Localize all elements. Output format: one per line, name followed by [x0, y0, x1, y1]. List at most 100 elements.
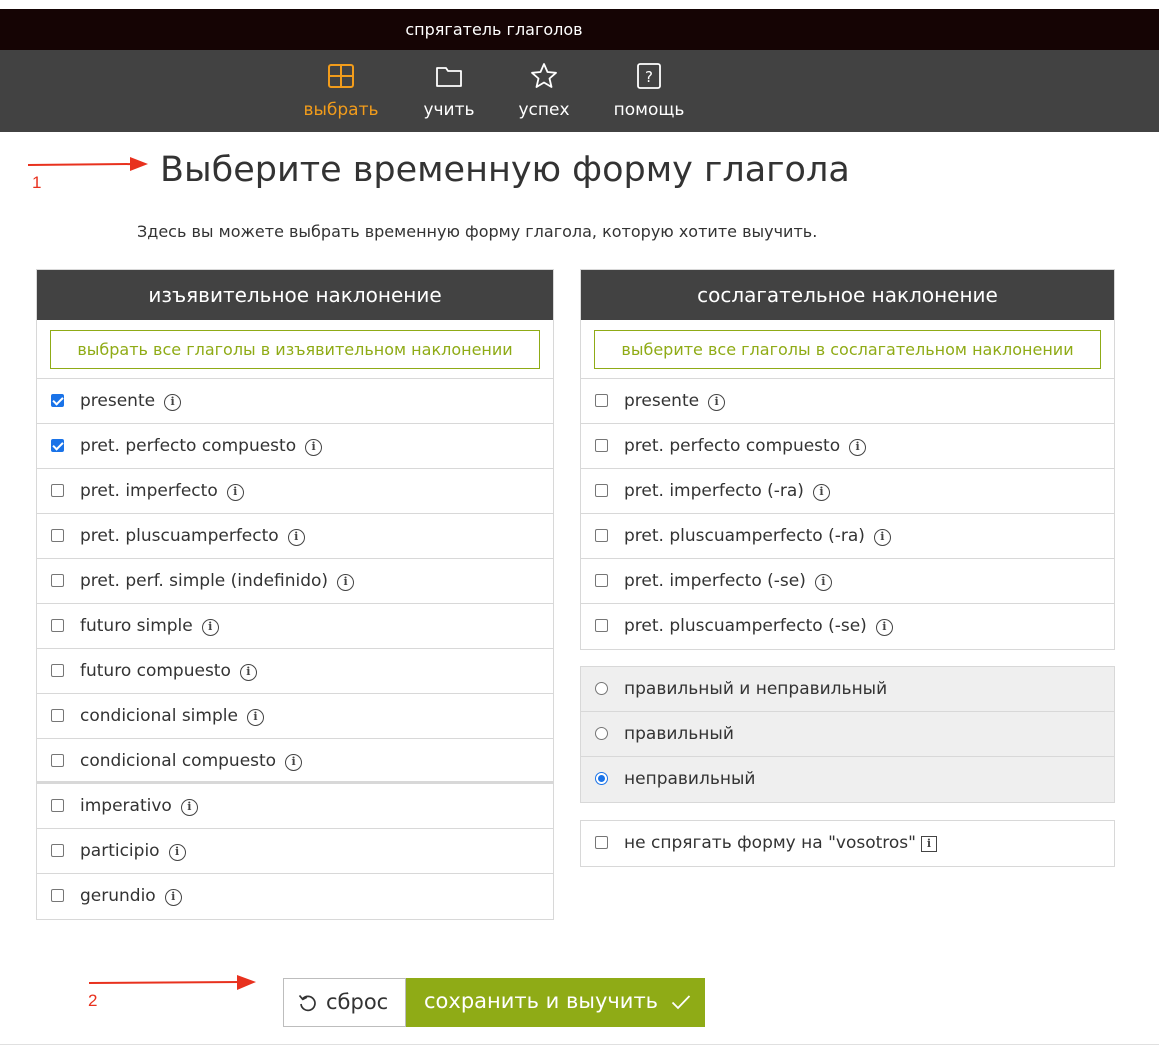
verb-type-option-regular[interactable]: правильный [581, 712, 1114, 757]
info-icon[interactable]: i [873, 529, 891, 546]
info-icon[interactable]: i [287, 529, 305, 546]
verb-type-option-irregular[interactable]: неправильный [581, 757, 1114, 802]
vosotros-label: не спрягать форму на "vosotros" [624, 833, 916, 853]
tense-row-subjunctive-imperfecto-se[interactable]: pret. imperfecto (-se) i [581, 559, 1114, 604]
info-icon[interactable]: i [164, 889, 182, 906]
tense-label: pret. pluscuamperfecto [80, 526, 279, 546]
info-icon[interactable]: i [226, 484, 244, 501]
annotation-arrow-2 [89, 975, 256, 990]
info-icon[interactable]: i [246, 709, 264, 726]
folder-icon [436, 67, 462, 87]
select-all-indicative-button[interactable]: выбрать все глаголы в изъявительном накл… [50, 330, 540, 369]
tense-row-indicative-imperativo[interactable]: imperativo i [37, 784, 553, 829]
vosotros-panel: не спрягать форму на "vosotros" i [580, 820, 1115, 867]
verb-type-radio[interactable] [595, 682, 608, 695]
tense-label: condicional compuesto [80, 751, 277, 771]
verb-type-option-all[interactable]: правильный и неправильный [581, 667, 1114, 712]
info-icon[interactable]: i [875, 619, 893, 636]
tense-label: futuro simple [80, 616, 193, 636]
vosotros-checkbox[interactable] [595, 836, 608, 849]
tense-row-indicative-presente[interactable]: presente i [37, 379, 553, 424]
tense-row-indicative-gerundio[interactable]: gerundio i [37, 874, 553, 919]
tense-row-indicative-perfecto-compuesto[interactable]: pret. perfecto compuesto i [37, 424, 553, 469]
tense-checkbox[interactable] [595, 529, 608, 542]
tense-checkbox[interactable] [51, 439, 64, 452]
checkmark-icon [671, 995, 691, 1010]
info-icon[interactable]: i [285, 754, 303, 771]
indicative-heading: изъявительное наклонение [37, 270, 553, 320]
nav-label-help: помощь [613, 100, 685, 120]
tense-row-indicative-participio[interactable]: participio i [37, 829, 553, 874]
tense-checkbox[interactable] [51, 619, 64, 632]
page-title: Выберите временную форму глагола [160, 150, 850, 190]
verb-type-radio[interactable] [595, 727, 608, 740]
tense-checkbox[interactable] [595, 619, 608, 632]
nav-item-help[interactable]: ? помощь [606, 50, 692, 132]
info-icon[interactable]: i [164, 394, 182, 411]
save-button-label: сохранить и выучить [424, 989, 659, 1013]
tense-row-indicative-imperfecto[interactable]: pret. imperfecto i [37, 469, 553, 514]
tense-checkbox[interactable] [51, 844, 64, 857]
tense-row-subjunctive-pluscuamperfecto-se[interactable]: pret. pluscuamperfecto (-se) i [581, 604, 1114, 649]
subjunctive-select-all-wrap: выберите все глаголы в сослагательном на… [581, 320, 1114, 379]
info-icon[interactable]: i [920, 836, 937, 852]
tense-label: condicional simple [80, 706, 238, 726]
tense-checkbox[interactable] [51, 889, 64, 902]
tense-row-indicative-condicional-compuesto[interactable]: condicional compuesto i [37, 739, 553, 784]
vosotros-option[interactable]: не спрягать форму на "vosotros" i [581, 821, 1114, 866]
tense-label: pret. imperfecto (-se) [624, 571, 806, 591]
info-icon[interactable]: i [239, 664, 257, 681]
indicative-select-all-wrap: выбрать все глаголы в изъявительном накл… [37, 320, 553, 379]
info-icon[interactable]: i [849, 439, 867, 456]
nav-item-progress[interactable]: успех [510, 50, 578, 132]
info-icon[interactable]: i [814, 574, 832, 591]
tense-checkbox[interactable] [51, 754, 64, 767]
subjunctive-heading: сослагательное наклонение [581, 270, 1114, 320]
tense-row-indicative-condicional-simple[interactable]: condicional simple i [37, 694, 553, 739]
help-icon: ? [637, 63, 661, 89]
reset-button[interactable]: сброс [283, 978, 406, 1027]
info-icon[interactable]: i [201, 619, 219, 636]
footer-divider [0, 1044, 1159, 1045]
star-icon [531, 63, 557, 88]
tense-checkbox[interactable] [51, 664, 64, 677]
tense-row-indicative-pluscuamperfecto[interactable]: pret. pluscuamperfecto i [37, 514, 553, 559]
nav-label-select: выбрать [303, 100, 379, 120]
tense-checkbox[interactable] [595, 484, 608, 497]
save-and-learn-button[interactable]: сохранить и выучить [406, 978, 705, 1027]
tense-row-indicative-indefinido[interactable]: pret. perf. simple (indefinido) i [37, 559, 553, 604]
tense-checkbox[interactable] [595, 394, 608, 407]
info-icon[interactable]: i [337, 574, 355, 591]
tense-label: presente [624, 391, 700, 411]
tense-checkbox[interactable] [51, 529, 64, 542]
tense-label: pret. pluscuamperfecto (-ra) [624, 526, 865, 546]
info-icon[interactable]: i [168, 844, 186, 861]
tense-checkbox[interactable] [595, 439, 608, 452]
tense-checkbox[interactable] [51, 394, 64, 407]
tense-row-indicative-futuro-compuesto[interactable]: futuro compuesto i [37, 649, 553, 694]
tense-row-subjunctive-imperfecto-ra[interactable]: pret. imperfecto (-ra) i [581, 469, 1114, 514]
tense-checkbox[interactable] [595, 574, 608, 587]
undo-icon [298, 994, 316, 1012]
subjunctive-panel: сослагательное наклонение выберите все г… [580, 269, 1115, 650]
tense-label: gerundio [80, 886, 156, 906]
nav-item-learn[interactable]: учить [413, 50, 485, 132]
tense-row-subjunctive-perfecto-compuesto[interactable]: pret. perfecto compuesto i [581, 424, 1114, 469]
nav-item-select[interactable]: выбрать [298, 50, 384, 132]
verb-type-label: правильный и неправильный [624, 679, 888, 699]
tense-row-subjunctive-presente[interactable]: presente i [581, 379, 1114, 424]
verb-type-label: неправильный [624, 769, 756, 789]
info-icon[interactable]: i [812, 484, 830, 501]
tense-label: imperativo [80, 796, 172, 816]
tense-checkbox[interactable] [51, 574, 64, 587]
info-icon[interactable]: i [180, 799, 198, 816]
select-all-subjunctive-button[interactable]: выберите все глаголы в сослагательном на… [594, 330, 1101, 369]
tense-checkbox[interactable] [51, 484, 64, 497]
tense-checkbox[interactable] [51, 709, 64, 722]
verb-type-radio[interactable] [595, 772, 608, 785]
tense-row-indicative-futuro-simple[interactable]: futuro simple i [37, 604, 553, 649]
info-icon[interactable]: i [305, 439, 323, 456]
tense-checkbox[interactable] [51, 799, 64, 812]
tense-row-subjunctive-pluscuamperfecto-ra[interactable]: pret. pluscuamperfecto (-ra) i [581, 514, 1114, 559]
info-icon[interactable]: i [708, 394, 726, 411]
